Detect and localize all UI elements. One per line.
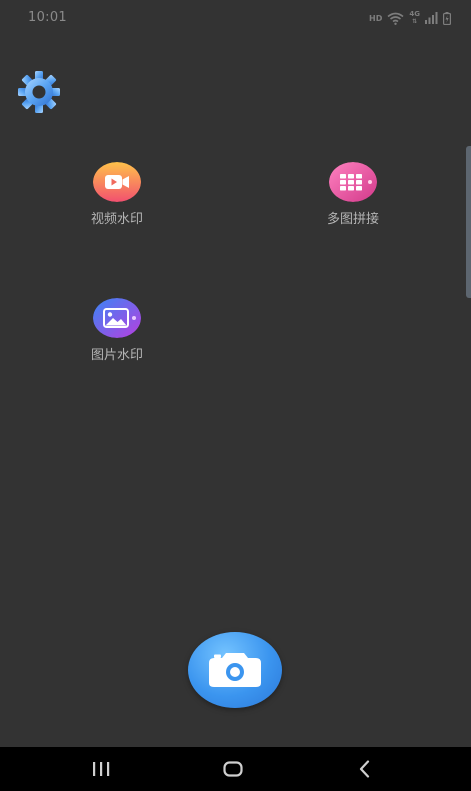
- feature-multi-image-collage[interactable]: 多图拼接: [298, 162, 408, 242]
- feature-label: 视频水印: [90, 212, 143, 227]
- feature-image-watermark[interactable]: 图片水印: [62, 298, 172, 378]
- signal-icon: [425, 12, 438, 24]
- gear-icon[interactable]: [16, 71, 62, 113]
- image-icon: [93, 298, 141, 338]
- edge-scroll-handle[interactable]: [466, 146, 471, 298]
- recent-apps-icon: [93, 762, 110, 776]
- battery-charging-icon: [443, 11, 451, 25]
- home-icon: [223, 761, 243, 777]
- feature-video-watermark[interactable]: 视频水印: [62, 162, 172, 242]
- video-camera-icon: [93, 162, 141, 202]
- navigation-bar: [0, 747, 471, 791]
- back-icon: [359, 760, 370, 778]
- feature-label: 图片水印: [90, 348, 143, 363]
- network-arrows: ⇅: [412, 18, 418, 25]
- camera-button[interactable]: [188, 632, 282, 708]
- network-type-icon: 4G ⇅: [409, 10, 420, 26]
- feature-label: 多图拼接: [326, 212, 379, 227]
- app-screen: 10:01 HD 4G ⇅ 视频水印 多图拼接 图片水印: [0, 0, 471, 791]
- status-time: 10:01: [28, 10, 67, 25]
- back-button[interactable]: [335, 747, 395, 791]
- camera-icon: [209, 653, 261, 687]
- wifi-icon: [387, 12, 404, 25]
- recent-apps-button[interactable]: [71, 747, 131, 791]
- status-icons: HD 4G ⇅: [369, 9, 451, 27]
- hd-icon: HD: [369, 13, 383, 23]
- home-button[interactable]: [203, 747, 263, 791]
- grid-icon: [329, 162, 377, 202]
- network-type-label: 4G: [409, 10, 420, 18]
- status-bar: 10:01 HD 4G ⇅: [0, 0, 471, 36]
